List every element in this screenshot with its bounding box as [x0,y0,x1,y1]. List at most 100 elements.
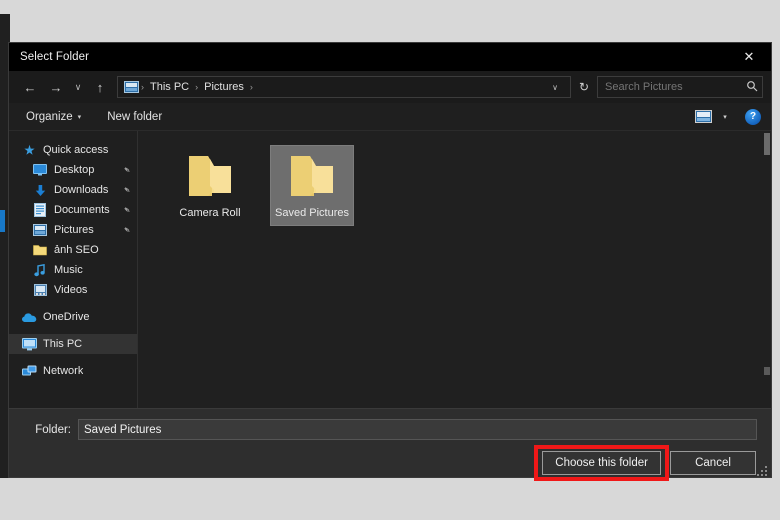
pictures-icon [32,222,48,238]
back-button[interactable]: ← [17,75,43,99]
refresh-glyph: ↻ [578,80,590,94]
sidebar-item-this-pc[interactable]: This PC [9,334,137,354]
folder-icon [183,152,237,200]
close-icon[interactable]: ✕ [727,43,771,71]
up-arrow-icon: ↑ [96,79,104,95]
scrollbar-thumb-secondary[interactable] [764,367,770,375]
folder-grid: Camera Roll Saved Pictures [168,145,771,226]
sidebar-label: ảnh SEO [54,244,99,256]
folder-name-input[interactable] [78,419,757,440]
resize-grip[interactable] [757,465,768,476]
sidebar-label: OneDrive [43,311,90,323]
sidebar-label: Desktop [54,164,95,176]
scrollbar-thumb[interactable] [764,133,770,155]
close-glyph: ✕ [743,49,755,64]
folder-field-row: Folder: [23,419,757,440]
pin-icon: ✒ [121,183,134,196]
organize-label: Organize [26,110,73,123]
refresh-icon[interactable]: ↻ [571,75,597,99]
folder-field-label: Folder: [35,423,71,436]
toolbar-right-group: ▾ ? [691,107,761,127]
choose-folder-wrapper: Choose this folder [534,445,669,481]
sidebar-item-onedrive[interactable]: OneDrive [9,307,137,327]
sidebar-item-videos[interactable]: Videos [9,280,137,300]
sidebar-item-documents[interactable]: Documents ✒ [9,200,137,220]
desktop-icon [32,162,48,178]
dialog-body: Quick access Desktop ✒ Downloads ✒ Docum… [9,131,771,408]
folder-icon [285,152,339,200]
cancel-button[interactable]: Cancel [670,451,756,475]
forward-button[interactable]: → [43,75,69,99]
music-icon [32,262,48,278]
sidebar-item-pictures[interactable]: Pictures ✒ [9,220,137,240]
dialog-button-row: Choose this folder Cancel [23,445,757,481]
navigation-bar: ← → ∨ ↑ › This PC › Pictures › ∨ ↻ Searc… [9,71,771,103]
sidebar-label: Quick access [43,144,109,156]
sidebar-label: Downloads [54,184,109,196]
command-toolbar: Organize ▾ New folder ▾ ? [9,103,771,131]
help-glyph: ? [749,111,757,122]
recent-locations-button[interactable]: ∨ [69,75,87,99]
new-folder-button[interactable]: New folder [100,108,169,126]
background-app-accent-bar [0,210,5,232]
pin-icon: ✒ [121,223,134,236]
folder-label: Camera Roll [179,207,241,219]
organize-button[interactable]: Organize ▾ [19,108,88,126]
sidebar-label: Pictures [54,224,94,236]
change-view-icon[interactable] [691,107,715,127]
sidebar-label: This PC [43,338,83,350]
view-caret-glyph: ▾ [723,113,727,121]
sidebar-item-downloads[interactable]: Downloads ✒ [9,180,137,200]
file-list-pane[interactable]: Camera Roll Saved Pictures [138,131,771,408]
sidebar-divider-gap-2 [9,327,137,334]
sidebar-item-quick-access[interactable]: Quick access [9,140,137,160]
sidebar-item-network[interactable]: Network [9,361,137,381]
pictures-folder-icon [122,79,140,95]
star-icon [21,142,37,158]
chevron-down-icon: ∨ [74,81,82,92]
pin-icon: ✒ [121,203,134,216]
dialog-footer: Folder: Choose this folder Cancel [9,408,771,481]
choose-this-folder-button[interactable]: Choose this folder [542,451,661,475]
back-arrow-icon: ← [23,79,37,95]
search-box[interactable] [597,76,763,98]
breadcrumb[interactable]: › This PC › Pictures › ∨ [117,76,571,98]
thispc-icon [21,336,37,352]
dialog-titlebar[interactable]: Select Folder ✕ [9,43,771,71]
sidebar-item-desktop[interactable]: Desktop ✒ [9,160,137,180]
folder-icon [32,242,48,258]
documents-icon [32,202,48,218]
navigation-pane: Quick access Desktop ✒ Downloads ✒ Docum… [9,131,138,408]
up-button[interactable]: ↑ [87,75,113,99]
folder-item-camera-roll[interactable]: Camera Roll [168,145,252,226]
select-folder-dialog: Select Folder ✕ ← → ∨ ↑ › This PC › Pict… [8,42,772,481]
breadcrumb-separator-2: › [249,82,253,92]
desktop-top-strip [0,0,780,14]
new-folder-label: New folder [107,110,163,123]
sidebar-label: Music [54,264,83,276]
sidebar-divider-gap [9,300,137,307]
vertical-scrollbar[interactable] [762,131,771,408]
dialog-title: Select Folder [20,51,90,63]
sidebar-label: Network [43,365,84,377]
onedrive-icon [21,309,37,325]
breadcrumb-dropdown-icon[interactable]: ∨ [544,83,566,92]
view-options-chevron-icon[interactable]: ▾ [717,107,733,127]
downloads-icon [32,182,48,198]
forward-arrow-icon: → [49,79,63,95]
sidebar-item-music[interactable]: Music [9,260,137,280]
help-icon[interactable]: ? [745,108,761,125]
sidebar-item-anh-seo[interactable]: ảnh SEO [9,240,137,260]
breadcrumb-item-pictures[interactable]: Pictures [199,81,249,93]
folder-label: Saved Pictures [275,207,349,219]
pin-icon: ✒ [121,163,134,176]
sidebar-label: Documents [54,204,110,216]
breadcrumb-item-this-pc[interactable]: This PC [145,81,194,93]
search-input[interactable] [605,81,743,93]
chevron-down-icon: ▾ [77,113,82,121]
sidebar-label: Videos [54,284,88,296]
network-icon [21,363,37,379]
folder-item-saved-pictures[interactable]: Saved Pictures [270,145,354,226]
search-icon [743,80,758,95]
sidebar-divider-gap-3 [9,354,137,361]
